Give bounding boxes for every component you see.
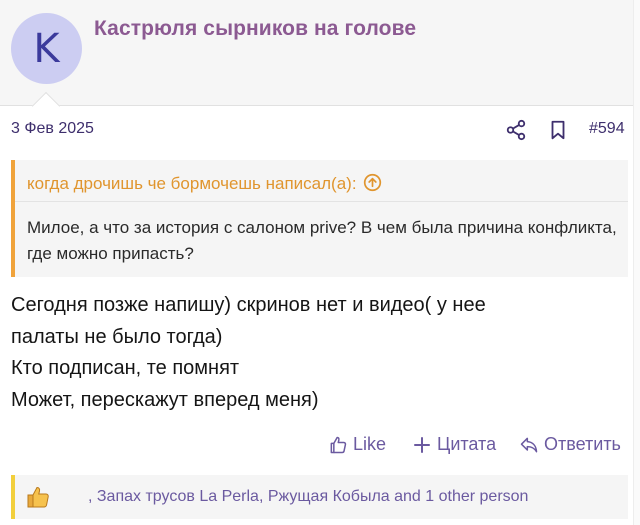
like-label: Like — [353, 434, 387, 454]
post-date[interactable]: 3 Фев 2025 — [11, 120, 94, 138]
message-line: Сегодня позже напишу) скринов нет и виде… — [11, 294, 486, 316]
avatar[interactable]: K — [11, 13, 82, 84]
scrollbar[interactable] — [633, 0, 640, 525]
quote-header[interactable]: когда дрочишь че бормочешь написал(а): — [15, 160, 628, 202]
reply-arrow-icon — [520, 437, 538, 452]
message-line: Может, перескажут вперед меня) — [11, 388, 319, 411]
message-line: палаты не было тогда) — [11, 325, 223, 348]
reply-label: Ответить — [544, 434, 621, 454]
reactions-bar: , Запах трусов La Perla, Ржущая Кобыла a… — [11, 475, 628, 519]
reply-button[interactable]: Ответить — [519, 434, 621, 455]
post-number-link[interactable]: #594 — [589, 120, 625, 138]
arrow-up-circle-icon[interactable] — [363, 173, 382, 192]
quote-button[interactable]: Цитата — [412, 434, 496, 455]
user-header: K Кастрюля сырников на голове — [0, 0, 640, 106]
quote-author: когда дрочишь че бормочешь написал(а): — [27, 174, 357, 193]
post-actions: Like Цитата Ответить — [0, 428, 632, 464]
bookmark-icon[interactable] — [548, 119, 568, 141]
avatar-letter: K — [33, 25, 60, 72]
quote-label: Цитата — [437, 434, 497, 454]
quote-text: Милое, а что за история с салоном prive?… — [27, 218, 617, 263]
share-icon[interactable] — [505, 119, 527, 141]
thumbs-up-icon[interactable] — [25, 484, 51, 510]
like-button[interactable]: Like — [328, 434, 386, 455]
thumbs-up-icon — [330, 436, 347, 453]
reactions-list[interactable]: , Запах трусов La Perla, Ржущая Кобыла a… — [88, 488, 528, 506]
quote-block: когда дрочишь че бормочешь написал(а): М… — [11, 160, 628, 277]
message-body: Сегодня позже напишу) скринов нет и виде… — [11, 290, 611, 416]
username[interactable]: Кастрюля сырников на голове — [94, 17, 416, 41]
plus-icon — [414, 436, 430, 453]
post-meta: 3 Фев 2025 #594 — [0, 106, 632, 152]
message-line: Кто подписан, те помнят — [11, 357, 240, 379]
